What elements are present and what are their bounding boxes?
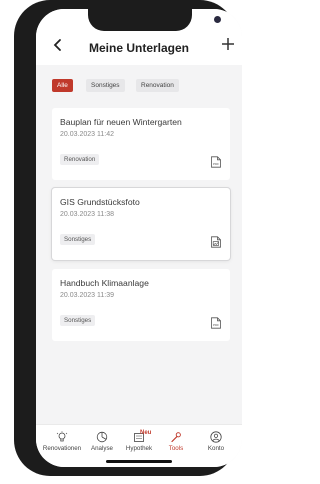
document-date: 20.03.2023 11:42 bbox=[60, 131, 114, 138]
lightbulb-icon bbox=[56, 431, 68, 442]
tab-label: Renovationen bbox=[42, 445, 82, 452]
document-title: Bauplan für neuen Wintergarten bbox=[60, 117, 182, 127]
tab-tools[interactable]: Tools bbox=[154, 431, 198, 452]
camera-icon bbox=[214, 16, 221, 23]
svg-text:PDF: PDF bbox=[213, 162, 219, 166]
page-title: Meine Unterlagen bbox=[88, 41, 190, 55]
home-indicator bbox=[106, 460, 172, 463]
pdf-file-icon[interactable]: PDF bbox=[210, 156, 222, 168]
phone-frame: Meine Unterlagen Alle Sonstiges Renovati… bbox=[14, 0, 242, 476]
user-icon bbox=[210, 431, 222, 443]
document-tag: Renovation bbox=[60, 154, 100, 165]
back-arrow-icon[interactable] bbox=[50, 37, 66, 53]
document-title: Handbuch Klimaanlage bbox=[60, 278, 149, 288]
add-document-icon[interactable] bbox=[220, 36, 236, 52]
filter-chip-sonstiges[interactable]: Sonstiges bbox=[86, 79, 125, 92]
document-tag: Sonstiges bbox=[60, 234, 96, 245]
document-card[interactable]: Bauplan für neuen Wintergarten 20.03.202… bbox=[52, 108, 230, 180]
document-title: GIS Grundstücksfoto bbox=[60, 197, 140, 207]
filter-chip-renovation[interactable]: Renovation bbox=[136, 79, 179, 92]
new-badge: Neu bbox=[140, 430, 152, 436]
document-card[interactable]: GIS Grundstücksfoto 20.03.2023 11:38 Son… bbox=[52, 188, 230, 260]
wrench-icon bbox=[171, 432, 181, 443]
svg-text:PDF: PDF bbox=[213, 323, 219, 327]
document-date: 20.03.2023 11:38 bbox=[60, 211, 114, 218]
pie-chart-icon bbox=[96, 431, 108, 443]
pdf-file-icon[interactable]: PDF bbox=[210, 317, 222, 329]
image-file-icon[interactable] bbox=[210, 236, 222, 248]
document-tag: Sonstiges bbox=[60, 315, 96, 326]
tab-renovationen[interactable]: Renovationen bbox=[40, 431, 84, 452]
document-card[interactable]: Handbuch Klimaanlage 20.03.2023 11:39 So… bbox=[52, 269, 230, 341]
filter-chip-alle[interactable]: Alle bbox=[52, 79, 73, 92]
tab-label: Tools bbox=[168, 445, 184, 452]
tab-konto[interactable]: Konto bbox=[194, 431, 238, 452]
document-date: 20.03.2023 11:39 bbox=[60, 292, 114, 299]
tab-label: Konto bbox=[207, 445, 225, 452]
device-notch bbox=[88, 9, 221, 31]
app-screen: Meine Unterlagen Alle Sonstiges Renovati… bbox=[36, 9, 242, 467]
